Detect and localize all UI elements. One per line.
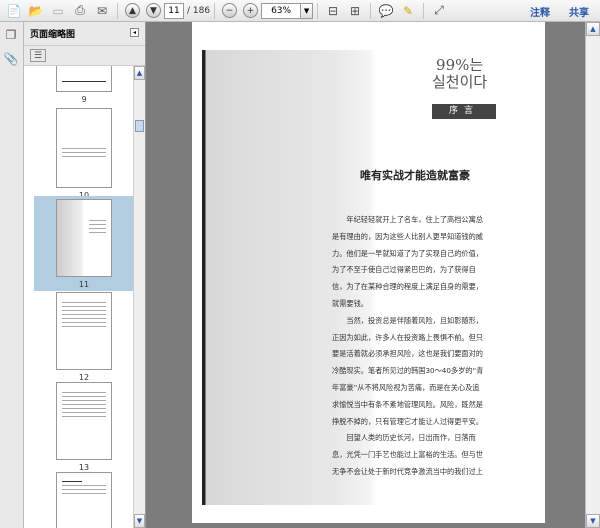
- text-line: 信，为了在某种合理的程度上满足自身的需要，: [332, 282, 483, 292]
- previous-page-button[interactable]: ▲: [125, 3, 140, 18]
- text-line: 挣脱不掉的，只有管理它才能让人过得更平安。: [332, 416, 483, 426]
- document-view: 99%는 실천이다 序言 唯有实战才能造就富豪 年纪轻轻就开上了名车，住上了高档公…: [148, 22, 585, 528]
- scroll-thumb[interactable]: [135, 120, 144, 132]
- page-total: / 186: [187, 5, 211, 16]
- fit-page-icon[interactable]: ⊟: [324, 2, 342, 20]
- save-icon[interactable]: ▭: [49, 2, 67, 20]
- fit-width-icon[interactable]: ⊞: [346, 2, 364, 20]
- zoom-dropdown-icon[interactable]: ▼: [301, 2, 314, 19]
- thumbnail-page-9[interactable]: 9: [34, 66, 134, 104]
- highlight-icon[interactable]: ✎: [399, 2, 417, 20]
- text-line: 无争不会让处于新时代竞争激流当中的我们过上: [332, 466, 483, 476]
- zoom-out-button[interactable]: −: [222, 3, 238, 18]
- text-line: 冷酷现实。笔者所见过的韩国30～40多岁的“青: [332, 366, 484, 376]
- zoom-input[interactable]: 63%: [261, 2, 302, 19]
- create-pdf-icon[interactable]: 📄: [5, 2, 23, 20]
- open-icon[interactable]: 📂: [27, 2, 45, 20]
- panel-title: 页面缩略图: [30, 30, 76, 40]
- thumbnail-page-12[interactable]: 12: [34, 292, 134, 382]
- fullscreen-icon[interactable]: ⤢: [430, 2, 448, 20]
- attachment-icon[interactable]: 📎: [2, 50, 20, 68]
- next-page-button[interactable]: ▼: [146, 3, 161, 18]
- text-line: 要是活着就必须承担风险，这也是我们要面对的: [332, 349, 483, 359]
- text-line: 息，光凭一门手艺也能过上富裕的生活。但与世: [332, 450, 483, 460]
- navigation-strip: ❐ 📎: [0, 22, 24, 528]
- text-line: 回望人类的历史长河，日出而作，日落而: [332, 433, 476, 443]
- thumbnail-panel: 页面缩略图 ◂ ☰ 9 10 11 12 13 ▲ ▼: [24, 22, 146, 528]
- scroll-down-icon[interactable]: ▼: [134, 514, 145, 528]
- thumbnail-page-10[interactable]: 10: [34, 108, 134, 200]
- thumbnail-list: 9 10 11 12 13: [24, 66, 134, 528]
- text-line: 就需要钱。: [332, 298, 368, 308]
- thumbnail-page-14[interactable]: [34, 472, 134, 528]
- text-line: 求愉悦当中有条不紊地管理风险。风险，既然是: [332, 399, 483, 409]
- text-line: 年纪轻轻就开上了名车，住上了高档公寓总: [332, 215, 483, 224]
- annotate-button[interactable]: 注释: [530, 4, 550, 19]
- chapter-heading: 唯有实战才能造就富豪: [360, 169, 470, 182]
- collapse-panel-icon[interactable]: ◂: [130, 28, 139, 37]
- separator: [370, 2, 372, 19]
- thumbnail-scrollbar[interactable]: ▲ ▼: [133, 66, 145, 528]
- thumbnail-page-13[interactable]: 13: [34, 382, 134, 472]
- email-icon[interactable]: ✉: [93, 2, 111, 20]
- text-line: 当然，投资总是伴随着风险，且如影随形，: [332, 315, 483, 325]
- scroll-up-icon[interactable]: ▲: [586, 22, 600, 36]
- toolbar: 📄 📂 ▭ ⎙ ✉ ▲ ▼ 11 / 186 − + 63% ▼ ⊟ ⊞ 💬 ✎…: [0, 0, 600, 22]
- scroll-up-icon[interactable]: ▲: [134, 66, 145, 80]
- separator: [317, 2, 319, 19]
- text-line: 正因为如此，许多人在投资路上畏惧不前。但只: [332, 332, 483, 342]
- section-label: 序言: [432, 104, 496, 119]
- scroll-down-icon[interactable]: ▼: [586, 514, 600, 528]
- pdf-page: 99%는 실천이다 序言 唯有实战才能造就富豪 年纪轻轻就开上了名车，住上了高档公…: [192, 22, 545, 523]
- pages-icon[interactable]: ❐: [2, 26, 20, 44]
- zoom-in-button[interactable]: +: [243, 3, 259, 18]
- share-button[interactable]: 共享: [569, 4, 589, 19]
- document-scrollbar[interactable]: ▲ ▼: [585, 22, 600, 528]
- separator: [117, 2, 118, 19]
- page-number-input[interactable]: 11: [164, 2, 184, 19]
- thumbnail-page-11[interactable]: 11: [34, 196, 134, 291]
- korean-title: 99%는 실천이다: [432, 56, 488, 91]
- body-text: 年纪轻轻就开上了名车，住上了高档公寓总 是有理由的，因为这些人比别人更早知道钱的威…: [332, 212, 492, 481]
- comment-icon[interactable]: 💬: [377, 2, 395, 20]
- options-menu-icon[interactable]: ☰: [30, 49, 46, 62]
- separator: [214, 2, 216, 19]
- text-line: 是有理由的，因为这些人比别人更早知道钱的威: [332, 231, 483, 241]
- text-line: 年富豪”从不将风险视为苦痛，而是在关心及追: [332, 382, 480, 392]
- print-icon[interactable]: ⎙: [71, 2, 89, 20]
- text-line: 力。他们是一早就知道了为了实现自己的价值，: [332, 248, 483, 258]
- separator: [423, 2, 425, 19]
- text-line: 为了不至于使自己过得紧巴巴的，为了获得自: [332, 265, 476, 275]
